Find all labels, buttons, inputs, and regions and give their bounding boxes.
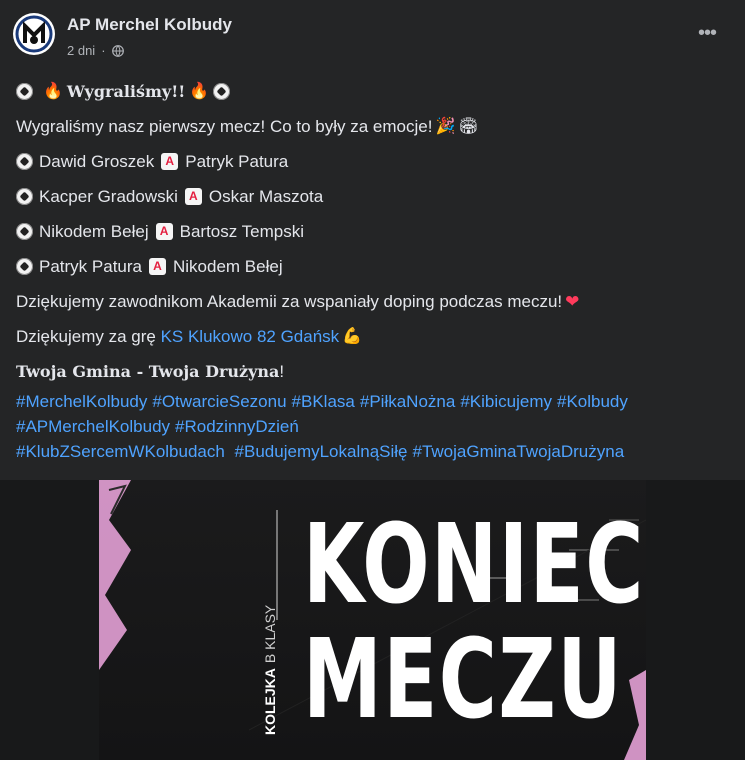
hashtags: #MerchelKolbudy #OtwarcieSezonu #BKlasa …: [16, 389, 731, 464]
headline-line: 🔥 Wygraliśmy!! 🔥: [16, 74, 731, 109]
hashtag-link[interactable]: #BKlasa: [292, 388, 355, 415]
soccer-ball-icon: [16, 153, 33, 170]
hashtag-link[interactable]: #MerchelKolbudy: [16, 388, 147, 415]
hashtag-link[interactable]: #Kibicujemy: [460, 388, 552, 415]
slogan-line: Twoja Gmina - Twoja Drużyna!: [16, 354, 731, 389]
hashtag-row: #KlubZSercemWKolbudach #BudujemyLokalnąS…: [16, 439, 731, 464]
post-meta: 2 dni ·: [67, 43, 124, 58]
goal-line: Kacper Gradowski A Oskar Maszota: [16, 179, 731, 214]
thanks-game-line: Dziękujemy za grę KS Klukowo 82 Gdańsk 💪: [16, 319, 731, 354]
goal-assist: Patryk Patura: [185, 152, 289, 171]
fire-icon: 🔥: [189, 83, 210, 100]
opponent-link[interactable]: KS Klukowo 82 Gdańsk: [161, 323, 340, 350]
hashtag-link[interactable]: #APMerchelKolbudy: [16, 413, 170, 440]
assist-icon: A: [155, 223, 173, 240]
intro-line: Wygraliśmy nasz pierwszy mecz! Co to był…: [16, 109, 731, 144]
poster-title-line2: MECZU: [303, 615, 623, 743]
goal-assist: Nikodem Bełej: [173, 257, 283, 276]
goal-line: Dawid Groszek A Patryk Patura: [16, 144, 731, 179]
intro-text: Wygraliśmy nasz pierwszy mecz! Co to był…: [16, 117, 433, 136]
stadium-icon: 🏟: [458, 118, 479, 135]
goal-line: Nikodem Bełej A Bartosz Tempski: [16, 214, 731, 249]
match-poster: KONIEC MECZU KOLEJKA B KLASY: [99, 480, 646, 760]
fire-icon: 🔥: [43, 83, 63, 100]
poster-round-light: B KLASY: [262, 604, 278, 664]
party-popper-icon: 🎉: [435, 118, 456, 135]
slogan-text: Twoja Gmina - Twoja Drużyna: [16, 362, 280, 381]
poster-round-label: KOLEJKA B KLASY: [262, 605, 278, 735]
heart-icon: ❤: [565, 292, 580, 311]
hashtag-link[interactable]: #KlubZSercemWKolbudach: [16, 438, 225, 465]
post-timestamp[interactable]: 2 dni: [67, 43, 95, 58]
assist-icon: A: [149, 258, 166, 275]
poster-divider: [276, 510, 278, 620]
soccer-ball-icon: [213, 83, 231, 100]
facebook-post: AP Merchel Kolbudy 2 dni · ••• 🔥 Wygrali…: [0, 0, 745, 760]
soccer-ball-icon: [16, 83, 33, 100]
hashtag-link[interactable]: #Kolbudy: [557, 388, 628, 415]
goal-scorer: Dawid Groszek: [39, 152, 155, 171]
goal-assist: Oskar Maszota: [208, 187, 324, 206]
page-name[interactable]: AP Merchel Kolbudy: [67, 15, 232, 35]
soccer-ball-icon: [16, 188, 33, 205]
headline-text: Wygraliśmy!!: [66, 82, 186, 101]
goal-assist: Bartosz Tempski: [179, 222, 305, 241]
soccer-ball-icon: [16, 223, 33, 240]
meta-separator: ·: [101, 43, 106, 58]
thanks-game-text: Dziękujemy za grę: [16, 327, 161, 346]
page-avatar[interactable]: [13, 13, 55, 55]
poster-round-bold: KOLEJKA: [262, 668, 278, 735]
hashtag-row: #APMerchelKolbudy #RodzinnyDzień: [16, 414, 731, 439]
flexed-biceps-icon: 💪: [342, 328, 363, 345]
more-icon: •••: [697, 21, 717, 44]
hashtag-link[interactable]: #BudujemyLokalnąSiłę: [230, 438, 408, 465]
goal-line: Patryk Patura A Nikodem Bełej: [16, 249, 731, 284]
goal-scorer: Nikodem Bełej: [39, 222, 149, 241]
thanks-academy-text: Dziękujemy zawodnikom Akademii za wspani…: [16, 292, 563, 311]
slogan-exclamation: !: [279, 362, 285, 381]
poster-title-line1: KONIEC: [303, 500, 645, 628]
assist-icon: A: [161, 153, 179, 170]
club-crest-icon: [14, 14, 54, 54]
hashtag-row: #MerchelKolbudy #OtwarcieSezonu #BKlasa …: [16, 389, 731, 414]
assist-icon: A: [184, 188, 202, 205]
goal-scorer: Patryk Patura: [39, 257, 142, 276]
thanks-academy-line: Dziękujemy zawodnikom Akademii za wspani…: [16, 284, 731, 319]
hashtag-link[interactable]: #OtwarcieSezonu: [152, 388, 286, 415]
hashtag-link[interactable]: #RodzinnyDzień: [175, 413, 299, 440]
soccer-ball-icon: [16, 258, 33, 275]
post-body: 🔥 Wygraliśmy!! 🔥 Wygraliśmy nasz pierwsz…: [16, 74, 731, 464]
goal-scorer: Kacper Gradowski: [39, 187, 178, 206]
globe-icon: [111, 44, 124, 57]
hashtag-link[interactable]: #PiłkaNożna: [360, 388, 455, 415]
hashtag-link[interactable]: #TwojaGminaTwojaDrużyna: [413, 438, 625, 465]
more-options-button[interactable]: •••: [692, 20, 722, 46]
post-image[interactable]: KONIEC MECZU KOLEJKA B KLASY: [0, 480, 745, 760]
